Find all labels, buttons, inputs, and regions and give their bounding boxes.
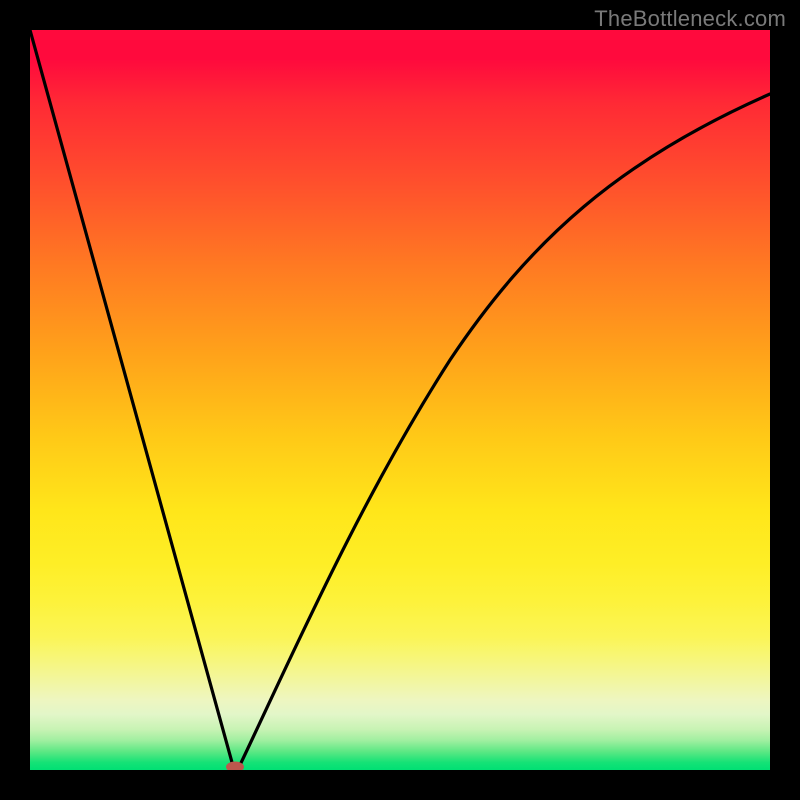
- bottleneck-curve: [30, 30, 770, 768]
- plot-area: [30, 30, 770, 770]
- chart-frame: TheBottleneck.com: [0, 0, 800, 800]
- watermark-text: TheBottleneck.com: [594, 6, 786, 32]
- curve-layer: [30, 30, 770, 770]
